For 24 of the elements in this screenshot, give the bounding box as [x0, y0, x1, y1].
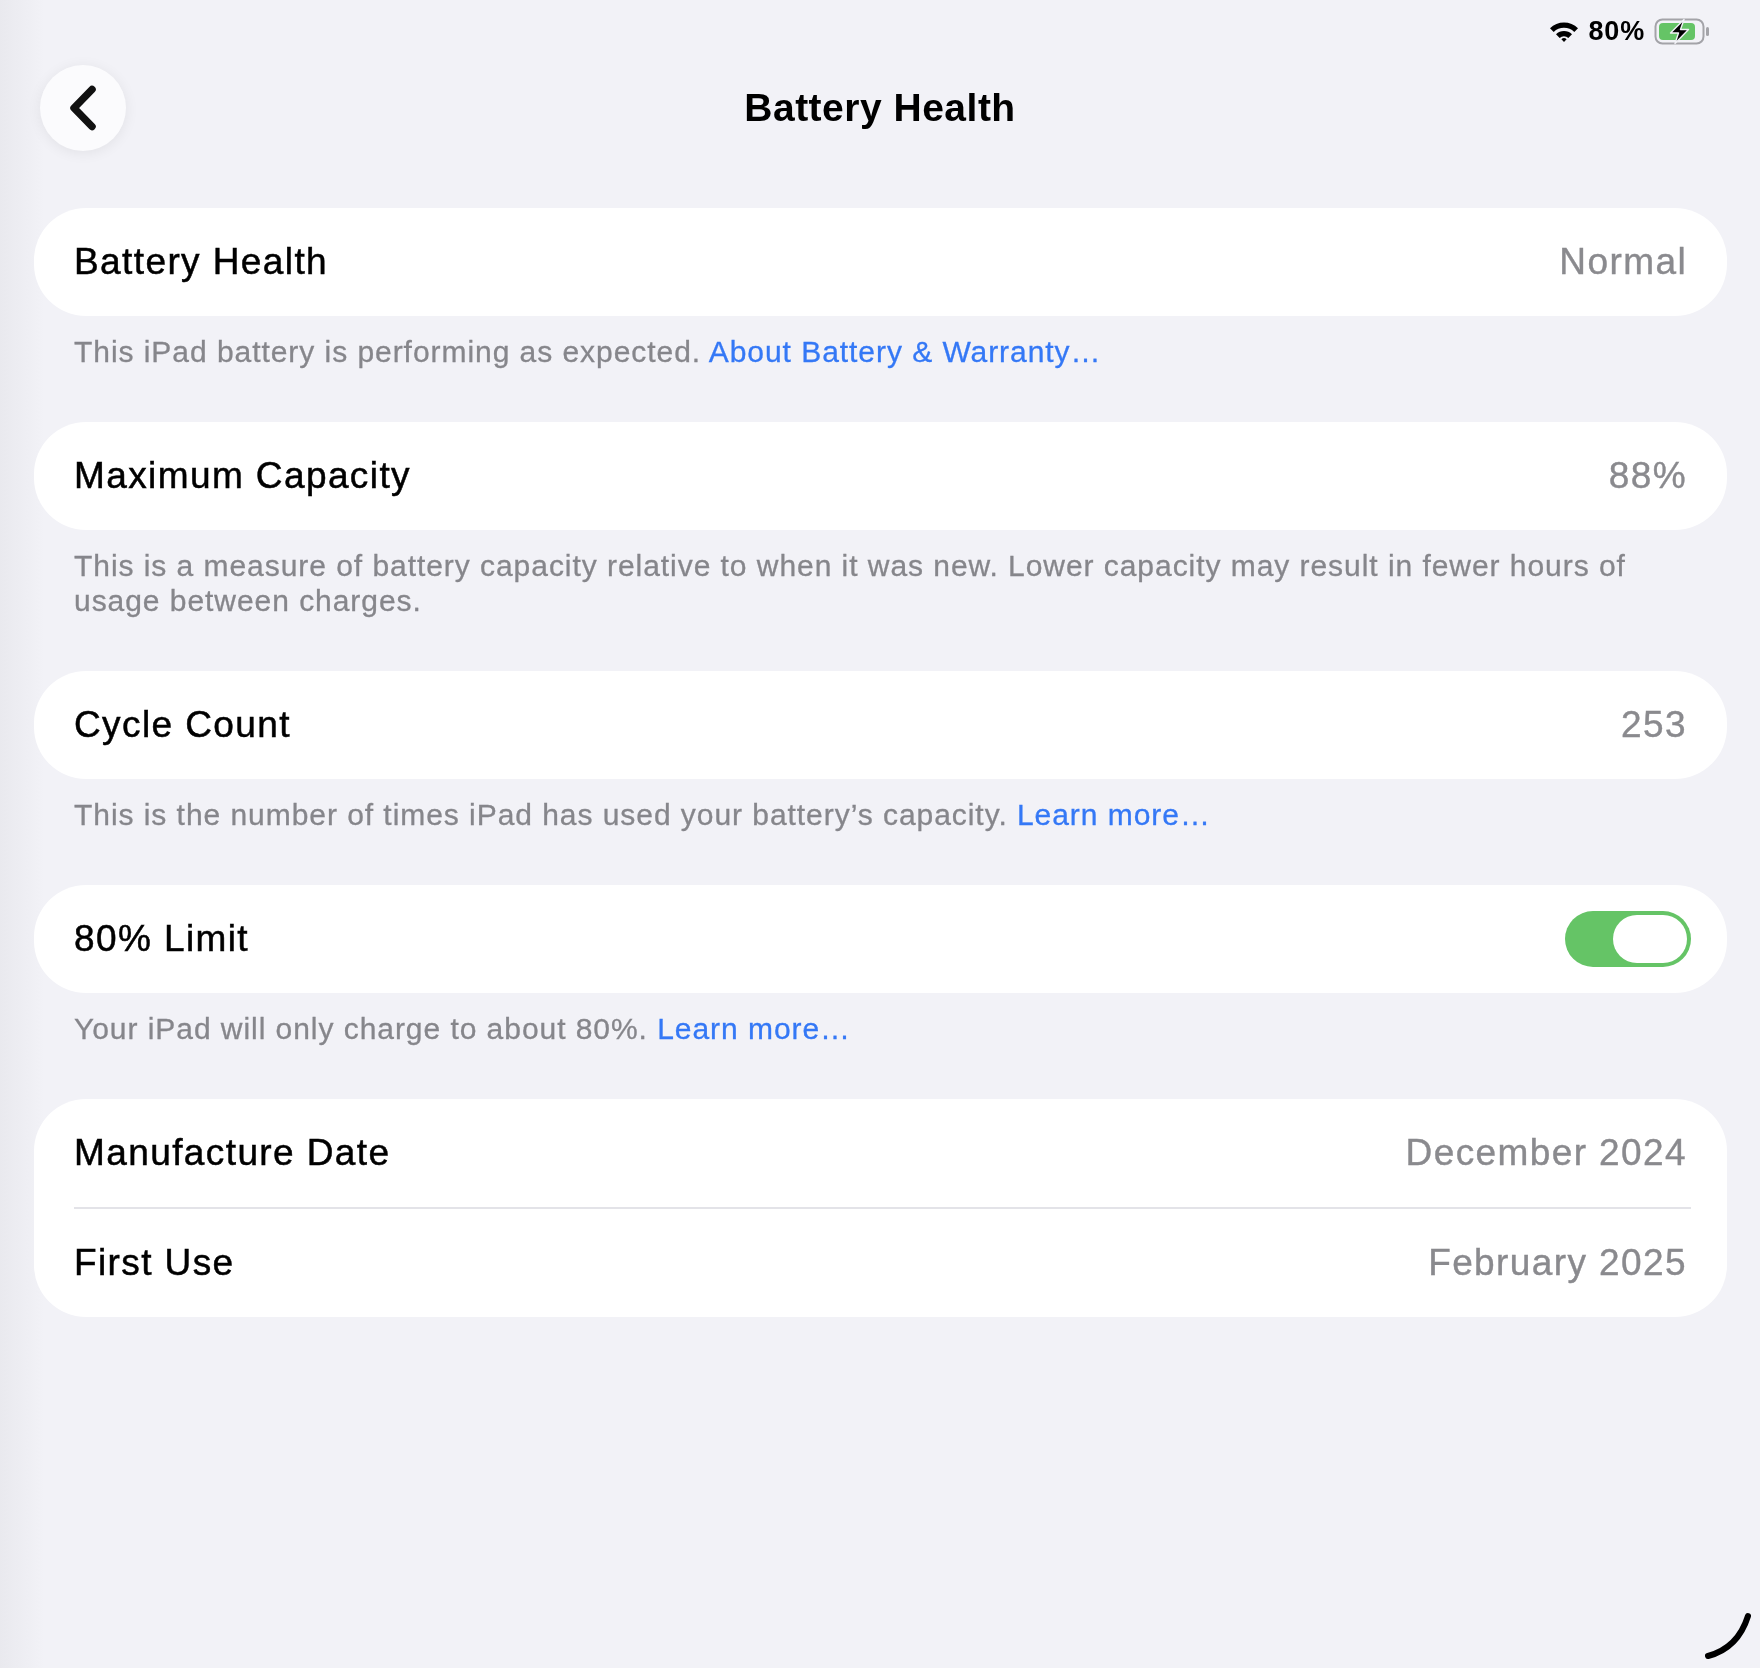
row-value: Normal: [1559, 241, 1688, 283]
row-label: Maximum Capacity: [74, 455, 411, 497]
footer-link[interactable]: Learn more…: [657, 1012, 852, 1045]
battery-percentage: 80%: [1588, 15, 1645, 47]
chevron-icon: [68, 85, 98, 131]
toggle-switch[interactable]: [1565, 911, 1691, 967]
row-value: 253: [1621, 704, 1688, 746]
row-label: Manufacture Date: [74, 1132, 391, 1174]
row-label: 80% Limit: [74, 918, 250, 960]
wifi-icon: [1547, 20, 1580, 42]
page-title: Battery Health: [744, 86, 1016, 130]
row-value: December 2024: [1405, 1132, 1688, 1174]
row-label: First Use: [74, 1242, 235, 1284]
footer-text: This is a measure of battery capacity relative to when it was new. Lower capacity may result in fewer hours of usage between charges.: [73, 548, 1627, 619]
row-label: Cycle Count: [74, 704, 291, 746]
row-value: February 2025: [1428, 1242, 1688, 1284]
row-label: Battery Health: [74, 241, 329, 283]
footer-text: This iPad battery is performing as expected. About Battery & Warranty…: [73, 334, 1103, 370]
footer-text: Your iPad will only charge to about 80%. Learn more…: [73, 1011, 853, 1047]
footer-text: This is the number of times iPad has used your battery’s capacity. Learn more…: [73, 797, 1212, 833]
row-value: 88%: [1608, 455, 1688, 497]
footer-link[interactable]: Learn more…: [1016, 798, 1211, 831]
curve-icon: [1704, 1612, 1752, 1660]
footer-link[interactable]: About Battery & Warranty…: [708, 335, 1102, 368]
